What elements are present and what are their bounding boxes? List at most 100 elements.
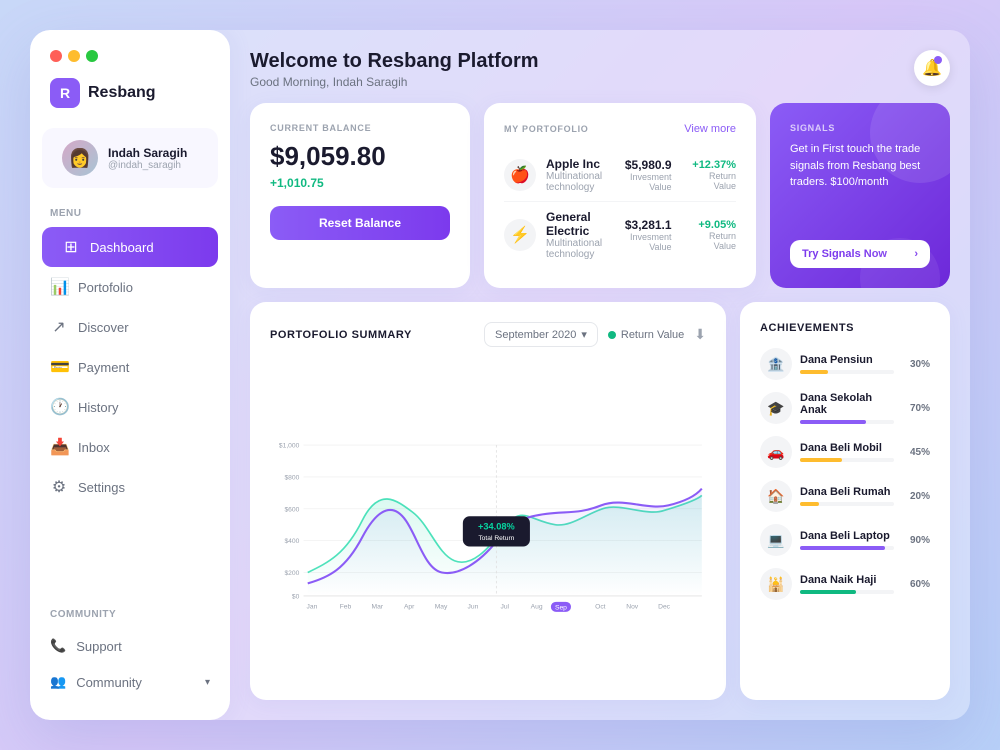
portfolio-chart: $1,000 $800 $600 $400 $200 $0 — [270, 361, 706, 680]
payment-icon: 💳 — [50, 357, 68, 377]
main-header: Welcome to Resbang Platform Good Morning… — [250, 50, 950, 89]
achievement-item: 🕌 Dana Naik Haji 60% — [760, 568, 930, 600]
achievements-list: 🏦 Dana Pensiun 30% 🎓 Dana Sekolah Anak 7… — [760, 348, 930, 600]
menu-label: MENU — [30, 208, 230, 227]
chart-header: PORTOFOLIO SUMMARY September 2020 ▾ Retu… — [270, 322, 706, 347]
svg-text:Mar: Mar — [372, 604, 384, 611]
svg-text:Dec: Dec — [658, 604, 671, 611]
svg-text:Oct: Oct — [595, 604, 606, 611]
view-more-link[interactable]: View more — [684, 123, 736, 135]
svg-text:$1,000: $1,000 — [279, 443, 300, 450]
minimize-btn[interactable] — [68, 50, 80, 62]
svg-text:Apr: Apr — [404, 604, 415, 611]
svg-text:May: May — [435, 604, 448, 611]
portfolio-category: Multinational technology — [546, 171, 602, 193]
avatar: 👩 — [62, 140, 98, 176]
achievement-icon: 💻 — [760, 524, 792, 556]
achievements-card: ACHIEVEMENTS 🏦 Dana Pensiun 30% 🎓 Dana S… — [740, 302, 950, 700]
support-icon: 📞 — [50, 638, 66, 654]
app-logo: R Resbang — [30, 78, 230, 128]
sidebar-item-portfolio[interactable]: 📊Portofolio — [30, 267, 230, 307]
page-title: Welcome to Resbang Platform Good Morning… — [250, 50, 539, 89]
portfolio-logo: 🍎 — [504, 159, 536, 191]
sidebar-item-support[interactable]: 📞Support — [30, 628, 230, 664]
main-content: Welcome to Resbang Platform Good Morning… — [230, 30, 970, 720]
achievement-icon: 🏠 — [760, 480, 792, 512]
user-name: Indah Saragih — [108, 146, 187, 160]
reset-balance-button[interactable]: Reset Balance — [270, 206, 450, 240]
sidebar-item-payment[interactable]: 💳Payment — [30, 347, 230, 387]
history-icon: 🕐 — [50, 397, 68, 417]
greeting-text: Good Morning, Indah Saragih — [250, 75, 539, 89]
chevron-down-icon: ▾ — [205, 677, 210, 688]
achievement-item: 🎓 Dana Sekolah Anak 70% — [760, 392, 930, 424]
svg-text:Jan: Jan — [307, 604, 318, 611]
community-icon: 👥 — [50, 674, 66, 690]
notification-button[interactable]: 🔔 — [914, 50, 950, 86]
achievement-progress-bar — [800, 458, 842, 462]
dashboard-icon: ⊞ — [62, 237, 80, 257]
balance-card: CURRENT BALANCE $9,059.80 +1,010.75 Rese… — [250, 103, 470, 288]
sidebar-item-settings[interactable]: ⚙Settings — [30, 467, 230, 507]
achievement-progress-bar — [800, 420, 866, 424]
svg-text:$800: $800 — [284, 474, 299, 481]
achievement-percent: 60% — [902, 579, 930, 590]
maximize-btn[interactable] — [86, 50, 98, 62]
app-name: Resbang — [88, 84, 156, 102]
download-icon[interactable]: ⬇ — [694, 326, 706, 343]
sidebar-item-dashboard[interactable]: ⊞Dashboard — [42, 227, 218, 267]
portfolio-value: $5,980.9 — [612, 158, 671, 172]
discover-icon: ↗ — [50, 317, 68, 337]
svg-text:$400: $400 — [284, 538, 299, 545]
portfolio-logo: ⚡ — [504, 219, 536, 251]
inbox-icon: 📥 — [50, 437, 68, 457]
achievement-progress-bar — [800, 370, 828, 374]
close-btn[interactable] — [50, 50, 62, 62]
portfolio-header: MY PORTOFOLIO View more — [504, 123, 736, 135]
svg-text:$600: $600 — [284, 506, 299, 513]
portfolio-item: 🍎 Apple Inc Multinational technology $5,… — [504, 149, 736, 202]
achievement-percent: 30% — [902, 359, 930, 370]
achievement-item: 🏦 Dana Pensiun 30% — [760, 348, 930, 380]
sidebar-item-history[interactable]: 🕐History — [30, 387, 230, 427]
portfolio-name: General Electric — [546, 210, 602, 238]
achievement-item: 💻 Dana Beli Laptop 90% — [760, 524, 930, 556]
window-controls — [30, 50, 230, 78]
achievement-name: Dana Beli Rumah — [800, 486, 894, 498]
achievement-name: Dana Beli Mobil — [800, 442, 894, 454]
signals-card: SIGNALS Get in First touch the trade sig… — [770, 103, 950, 288]
portfolio-return: +9.05% — [690, 219, 736, 231]
chart-area: $1,000 $800 $600 $400 $200 $0 — [270, 361, 706, 680]
achievement-percent: 90% — [902, 535, 930, 546]
sidebar-item-inbox[interactable]: 📥Inbox — [30, 427, 230, 467]
welcome-text: Welcome to Resbang Platform — [250, 50, 539, 73]
app-container: R Resbang 👩 Indah Saragih @indah_saragih… — [30, 30, 970, 720]
chart-legend: Return Value — [608, 329, 684, 341]
achievement-item: 🚗 Dana Beli Mobil 45% — [760, 436, 930, 468]
svg-text:$0: $0 — [292, 593, 300, 600]
portfolio-name: Apple Inc — [546, 157, 602, 171]
achievement-icon: 🎓 — [760, 392, 792, 424]
achievements-title: ACHIEVEMENTS — [760, 322, 930, 334]
achievement-icon: 🏦 — [760, 348, 792, 380]
sidebar-item-discover[interactable]: ↗Discover — [30, 307, 230, 347]
community-section: COMMUNITY 📞Support👥Community▾ — [30, 599, 230, 700]
achievement-item: 🏠 Dana Beli Rumah 20% — [760, 480, 930, 512]
user-profile[interactable]: 👩 Indah Saragih @indah_saragih — [42, 128, 218, 188]
balance-amount: $9,059.80 — [270, 141, 450, 172]
achievement-progress-bar — [800, 502, 819, 506]
svg-text:Feb: Feb — [340, 604, 352, 611]
achievement-progress-bar — [800, 590, 856, 594]
svg-text:Aug: Aug — [531, 604, 543, 611]
svg-text:Nov: Nov — [626, 604, 639, 611]
portfolio-category: Multinational technology — [546, 238, 602, 260]
achievement-icon: 🚗 — [760, 436, 792, 468]
chart-controls: September 2020 ▾ Return Value ⬇ — [484, 322, 706, 347]
chart-card: PORTOFOLIO SUMMARY September 2020 ▾ Retu… — [250, 302, 726, 700]
settings-icon: ⚙ — [50, 477, 68, 497]
balance-change: +1,010.75 — [270, 176, 450, 190]
period-dropdown[interactable]: September 2020 ▾ — [484, 322, 598, 347]
sidebar-item-community[interactable]: 👥Community▾ — [30, 664, 230, 700]
achievement-icon: 🕌 — [760, 568, 792, 600]
bottom-row: PORTOFOLIO SUMMARY September 2020 ▾ Retu… — [250, 302, 950, 700]
